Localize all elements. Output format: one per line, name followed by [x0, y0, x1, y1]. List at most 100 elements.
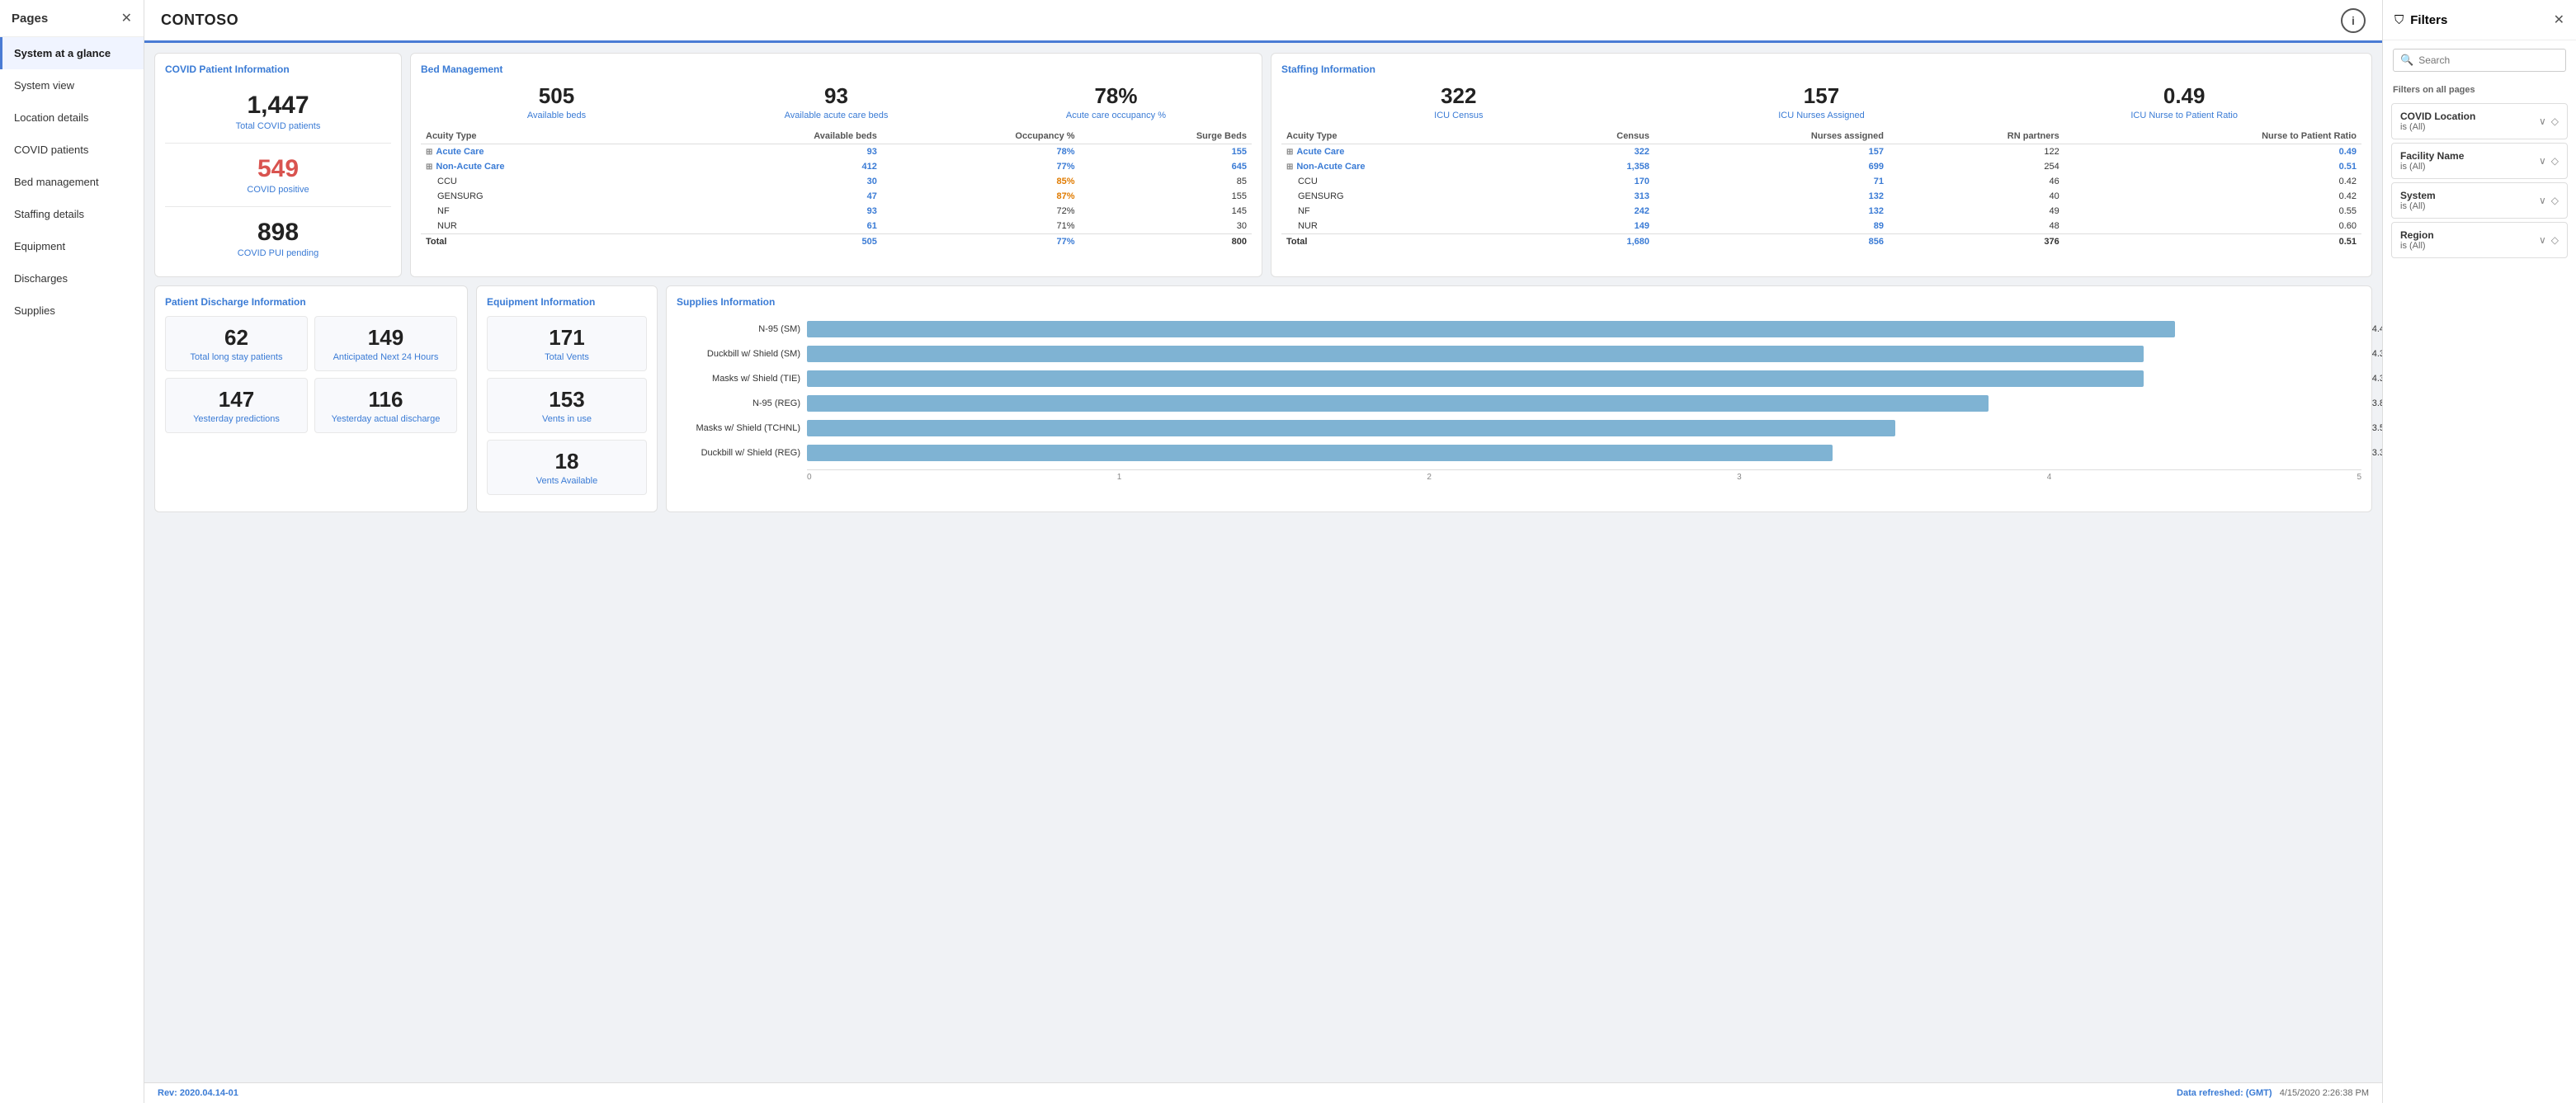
supplies-bar-chart: N-95 (SM) 4.4 Duckbill w/ Shield (SM) 4.…: [677, 316, 2361, 466]
sidebar-item-system-view[interactable]: System view: [0, 69, 144, 101]
filters-close-button[interactable]: ✕: [2554, 12, 2564, 28]
filters-panel: ⛉ Filters ✕ 🔍 Filters on all pages COVID…: [2382, 0, 2576, 1103]
discharge-metric: 116Yesterday actual discharge: [314, 378, 457, 433]
bar-fill: [807, 445, 1833, 461]
filter-title: Region: [2400, 229, 2434, 241]
bar-label: Duckbill w/ Shield (SM): [677, 349, 800, 359]
sidebar-item-location-details[interactable]: Location details: [0, 101, 144, 134]
filter-value: is (All): [2400, 241, 2434, 251]
staff-col-ratio: Nurse to Patient Ratio: [2064, 129, 2361, 144]
bed-table-row: ⊞Acute Care9378%155: [421, 144, 1252, 160]
filters-list: COVID Location is (All) ∨ ◇ Facility Nam…: [2383, 100, 2576, 262]
sidebar-item-covid-patients[interactable]: COVID patients: [0, 134, 144, 166]
bed-table-head: Acuity Type Available beds Occupancy % S…: [421, 129, 1252, 144]
bar-row: Masks w/ Shield (TCHNL) 3.5: [677, 420, 2361, 436]
info-button[interactable]: i: [2341, 8, 2366, 33]
filter-clear-button[interactable]: ◇: [2551, 234, 2559, 246]
filter-value: is (All): [2400, 162, 2464, 172]
sidebar-item-equipment[interactable]: Equipment: [0, 230, 144, 262]
sidebar-item-discharges[interactable]: Discharges: [0, 262, 144, 295]
bed-table-row: Total50577%800: [421, 234, 1252, 250]
filters-header: ⛉ Filters ✕: [2383, 0, 2576, 40]
bed-table-row: ⊞Non-Acute Care41277%645: [421, 159, 1252, 174]
staff-top-metric: 322ICU Census: [1281, 83, 1636, 120]
filter-value: is (All): [2400, 201, 2436, 211]
search-input[interactable]: [2418, 54, 2559, 66]
filter-item-covid-location[interactable]: COVID Location is (All) ∨ ◇: [2391, 103, 2568, 139]
sidebar-title: Pages: [12, 12, 48, 26]
covid-positive-metric: 549 COVID positive: [165, 147, 391, 203]
bar-label: Masks w/ Shield (TCHNL): [677, 423, 800, 433]
covid-total-value: 1,447: [170, 92, 386, 120]
axis-label: 3: [1737, 473, 1742, 482]
bar-value: 3.5: [2372, 423, 2382, 433]
covid-pui-value: 898: [170, 219, 386, 247]
bed-table-row: NF9372%145: [421, 204, 1252, 219]
covid-pui-label: COVID PUI pending: [170, 248, 386, 258]
bar-label: N-95 (SM): [677, 324, 800, 334]
bar-row: Duckbill w/ Shield (REG) 3.3: [677, 445, 2361, 461]
filter-expand-button[interactable]: ∨: [2539, 155, 2546, 167]
bar-label: Duckbill w/ Shield (REG): [677, 448, 800, 458]
bar-value: 4.3: [2372, 349, 2382, 359]
sidebar-item-system-at-a-glance[interactable]: System at a glance: [0, 37, 144, 69]
search-icon: 🔍: [2400, 54, 2413, 67]
bed-management-card: Bed Management 505Available beds93Availa…: [410, 53, 1262, 277]
staff-col-census: Census: [1533, 129, 1654, 144]
staff-table-row: Total1,6808563760.51: [1281, 234, 2361, 250]
axis-label: 1: [1117, 473, 1122, 482]
bar-fill: [807, 321, 2175, 337]
bar-fill: [807, 420, 1895, 436]
filter-expand-button[interactable]: ∨: [2539, 195, 2546, 206]
bed-top-metrics: 505Available beds93Available acute care …: [421, 83, 1252, 120]
discharge-metric: 149Anticipated Next 24 Hours: [314, 316, 457, 371]
staff-col-rn: RN partners: [1889, 129, 2064, 144]
covid-total-label: Total COVID patients: [170, 121, 386, 131]
equipment-metrics: 171Total Vents153Vents in use18Vents Ava…: [487, 316, 647, 495]
filter-expand-button[interactable]: ∨: [2539, 115, 2546, 127]
filter-item-facility-name[interactable]: Facility Name is (All) ∨ ◇: [2391, 143, 2568, 179]
supplies-card-title: Supplies Information: [677, 296, 2361, 308]
search-box[interactable]: 🔍: [2393, 49, 2566, 72]
bed-table-row: GENSURG4787%155: [421, 189, 1252, 204]
bar-fill: [807, 370, 2144, 387]
filter-item-region[interactable]: Region is (All) ∨ ◇: [2391, 222, 2568, 258]
footer: Rev: 2020.04.14-01 Data refreshed: (GMT)…: [144, 1082, 2382, 1103]
staff-top-metric: 157ICU Nurses Assigned: [1644, 83, 1999, 120]
staff-table: Acuity Type Census Nurses assigned RN pa…: [1281, 129, 2361, 249]
filter-clear-button[interactable]: ◇: [2551, 195, 2559, 206]
staff-table-container[interactable]: Acuity Type Census Nurses assigned RN pa…: [1281, 129, 2361, 249]
staffing-card: Staffing Information 322ICU Census157ICU…: [1271, 53, 2372, 277]
bar-fill: [807, 346, 2144, 362]
main-area: CONTOSO i COVID Patient Information 1,44…: [144, 0, 2382, 1103]
staff-table-row: CCU17071460.42: [1281, 174, 2361, 189]
sidebar-item-bed-management[interactable]: Bed management: [0, 166, 144, 198]
bar-value: 3.3: [2372, 448, 2382, 458]
footer-refresh-label: Data refreshed: (GMT): [2177, 1088, 2272, 1098]
bar-row: N-95 (SM) 4.4: [677, 321, 2361, 337]
footer-refresh: Data refreshed: (GMT) 4/15/2020 2:26:38 …: [2177, 1088, 2369, 1098]
sidebar-item-staffing-details[interactable]: Staffing details: [0, 198, 144, 230]
equipment-card-title: Equipment Information: [487, 296, 647, 308]
filter-clear-button[interactable]: ◇: [2551, 115, 2559, 127]
bar-container: 3.3: [807, 445, 2361, 461]
axis-label: 5: [2357, 473, 2361, 482]
staff-table-row: NUR14989480.60: [1281, 219, 2361, 234]
staff-top-metrics: 322ICU Census157ICU Nurses Assigned0.49I…: [1281, 83, 2361, 120]
filter-clear-button[interactable]: ◇: [2551, 155, 2559, 167]
bed-table-container[interactable]: Acuity Type Available beds Occupancy % S…: [421, 129, 1252, 249]
axis-label: 2: [1427, 473, 1432, 482]
bed-col-occupancy: Occupancy %: [882, 129, 1080, 144]
discharge-card: Patient Discharge Information 62Total lo…: [154, 285, 468, 512]
filter-item-system[interactable]: System is (All) ∨ ◇: [2391, 182, 2568, 219]
filters-section-label: Filters on all pages: [2383, 80, 2576, 100]
filter-expand-button[interactable]: ∨: [2539, 234, 2546, 246]
sidebar-close-button[interactable]: ✕: [121, 10, 132, 26]
bar-label: Masks w/ Shield (TIE): [677, 374, 800, 384]
covid-positive-value: 549: [170, 155, 386, 183]
equipment-metric: 153Vents in use: [487, 378, 647, 433]
footer-rev: Rev: 2020.04.14-01: [158, 1088, 238, 1098]
equipment-card: Equipment Information 171Total Vents153V…: [476, 285, 658, 512]
staffing-card-title: Staffing Information: [1281, 64, 2361, 75]
sidebar-item-supplies[interactable]: Supplies: [0, 295, 144, 327]
